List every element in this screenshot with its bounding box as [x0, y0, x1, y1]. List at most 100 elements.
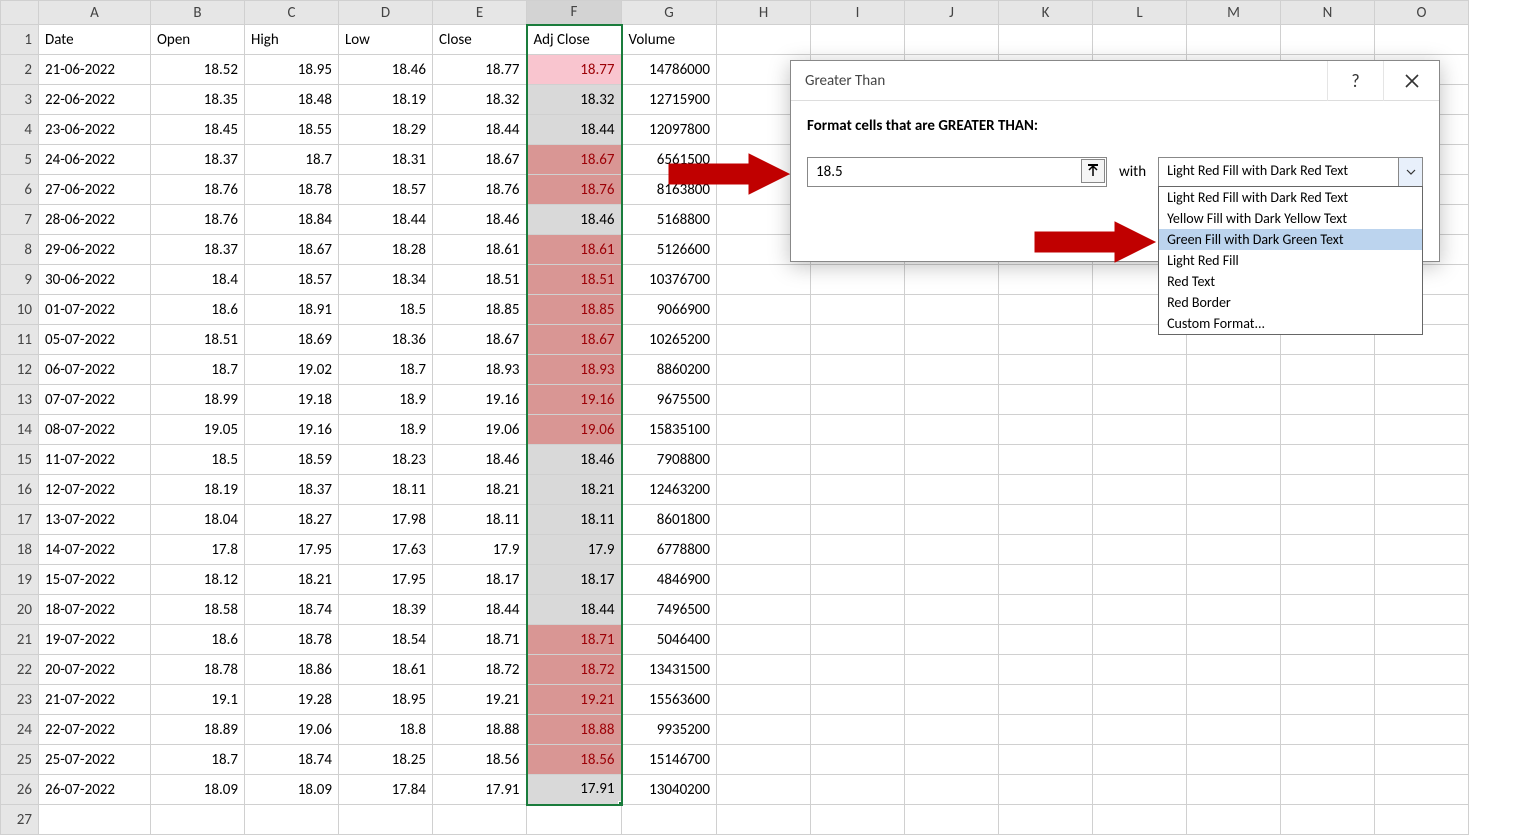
cell[interactable]	[1187, 355, 1281, 385]
cell[interactable]: 13431500	[622, 655, 717, 685]
cell[interactable]: 27-06-2022	[39, 175, 151, 205]
cell[interactable]: 18.48	[245, 85, 339, 115]
cell[interactable]: 18.67	[245, 235, 339, 265]
cell[interactable]	[999, 565, 1093, 595]
cell[interactable]: 18.54	[339, 625, 433, 655]
select-all-corner[interactable]	[1, 1, 39, 25]
cell[interactable]: 7908800	[622, 445, 717, 475]
cell[interactable]	[1375, 505, 1469, 535]
cell[interactable]: 17.91	[433, 775, 527, 805]
cell[interactable]	[717, 625, 811, 655]
cell[interactable]: 18.69	[245, 325, 339, 355]
cell[interactable]	[717, 415, 811, 445]
cell[interactable]	[999, 625, 1093, 655]
cell[interactable]	[999, 325, 1093, 355]
cell[interactable]	[905, 415, 999, 445]
column-header[interactable]: B	[151, 1, 245, 25]
cell[interactable]: 18.91	[245, 295, 339, 325]
cell[interactable]	[811, 535, 905, 565]
cell[interactable]: 18.46	[433, 445, 527, 475]
cell[interactable]: 4846900	[622, 565, 717, 595]
row-header[interactable]: 25	[1, 745, 39, 775]
cell[interactable]: 24-06-2022	[39, 145, 151, 175]
cell[interactable]	[717, 295, 811, 325]
cell[interactable]: 9675500	[622, 385, 717, 415]
cell[interactable]: 18.5	[151, 445, 245, 475]
cell[interactable]	[811, 325, 905, 355]
cell[interactable]: 18.6	[151, 295, 245, 325]
row-header[interactable]: 24	[1, 715, 39, 745]
range-selector-button[interactable]	[1081, 159, 1105, 183]
cell[interactable]	[1375, 805, 1469, 835]
cell[interactable]: 18.7	[151, 745, 245, 775]
cell[interactable]: 18.44	[527, 115, 622, 145]
cell[interactable]	[811, 505, 905, 535]
cell[interactable]	[39, 805, 151, 835]
cell[interactable]: 18-07-2022	[39, 595, 151, 625]
cell[interactable]: 18.76	[527, 175, 622, 205]
cell[interactable]	[1093, 745, 1187, 775]
cell[interactable]	[1187, 535, 1281, 565]
cell[interactable]: 21-06-2022	[39, 55, 151, 85]
cell[interactable]: 18.74	[245, 745, 339, 775]
cell[interactable]	[1187, 415, 1281, 445]
cell[interactable]: 18.51	[151, 325, 245, 355]
cell[interactable]	[999, 475, 1093, 505]
cell[interactable]	[1187, 625, 1281, 655]
cell[interactable]: 18.93	[433, 355, 527, 385]
cell[interactable]	[717, 355, 811, 385]
row-header[interactable]: 7	[1, 205, 39, 235]
cell[interactable]: 9066900	[622, 295, 717, 325]
cell[interactable]: 25-07-2022	[39, 745, 151, 775]
cell[interactable]: 18.37	[151, 145, 245, 175]
cell[interactable]: 17.8	[151, 535, 245, 565]
cell[interactable]: 28-06-2022	[39, 205, 151, 235]
format-option[interactable]: Light Red Fill with Dark Red Text	[1159, 187, 1422, 208]
row-header[interactable]: 9	[1, 265, 39, 295]
cell[interactable]: 18.29	[339, 115, 433, 145]
format-option[interactable]: Yellow Fill with Dark Yellow Text	[1159, 208, 1422, 229]
cell[interactable]	[905, 475, 999, 505]
row-header[interactable]: 4	[1, 115, 39, 145]
cell[interactable]	[1375, 535, 1469, 565]
cell[interactable]: 18.9	[339, 415, 433, 445]
cell[interactable]: 19.06	[245, 715, 339, 745]
row-header[interactable]: 16	[1, 475, 39, 505]
cell[interactable]	[1093, 505, 1187, 535]
cell[interactable]	[999, 655, 1093, 685]
cell[interactable]: 17.9	[527, 535, 622, 565]
cell[interactable]: 9935200	[622, 715, 717, 745]
cell[interactable]: 17.98	[339, 505, 433, 535]
cell[interactable]	[811, 385, 905, 415]
row-header[interactable]: 6	[1, 175, 39, 205]
cell[interactable]	[905, 685, 999, 715]
cell[interactable]: 15-07-2022	[39, 565, 151, 595]
cell[interactable]	[1093, 415, 1187, 445]
cell[interactable]	[151, 805, 245, 835]
cell[interactable]: 18.11	[527, 505, 622, 535]
cell[interactable]	[1187, 565, 1281, 595]
cell[interactable]	[1093, 655, 1187, 685]
cell[interactable]	[245, 805, 339, 835]
cell[interactable]	[811, 565, 905, 595]
cell[interactable]: 18.46	[527, 205, 622, 235]
cell[interactable]: 7496500	[622, 595, 717, 625]
row-header[interactable]: 13	[1, 385, 39, 415]
row-header[interactable]: 19	[1, 565, 39, 595]
row-header[interactable]: 10	[1, 295, 39, 325]
cell[interactable]	[1375, 475, 1469, 505]
cell[interactable]	[905, 535, 999, 565]
cell[interactable]: 17.91	[527, 775, 622, 805]
cell[interactable]	[905, 355, 999, 385]
cell[interactable]	[1375, 685, 1469, 715]
column-header[interactable]: C	[245, 1, 339, 25]
cell[interactable]	[999, 505, 1093, 535]
column-header[interactable]: L	[1093, 1, 1187, 25]
cell[interactable]: 19.16	[433, 385, 527, 415]
row-header[interactable]: 8	[1, 235, 39, 265]
cell[interactable]: 18.95	[339, 685, 433, 715]
cell[interactable]: 18.76	[151, 205, 245, 235]
cell[interactable]	[1281, 685, 1375, 715]
cell[interactable]	[999, 295, 1093, 325]
column-header[interactable]: E	[433, 1, 527, 25]
